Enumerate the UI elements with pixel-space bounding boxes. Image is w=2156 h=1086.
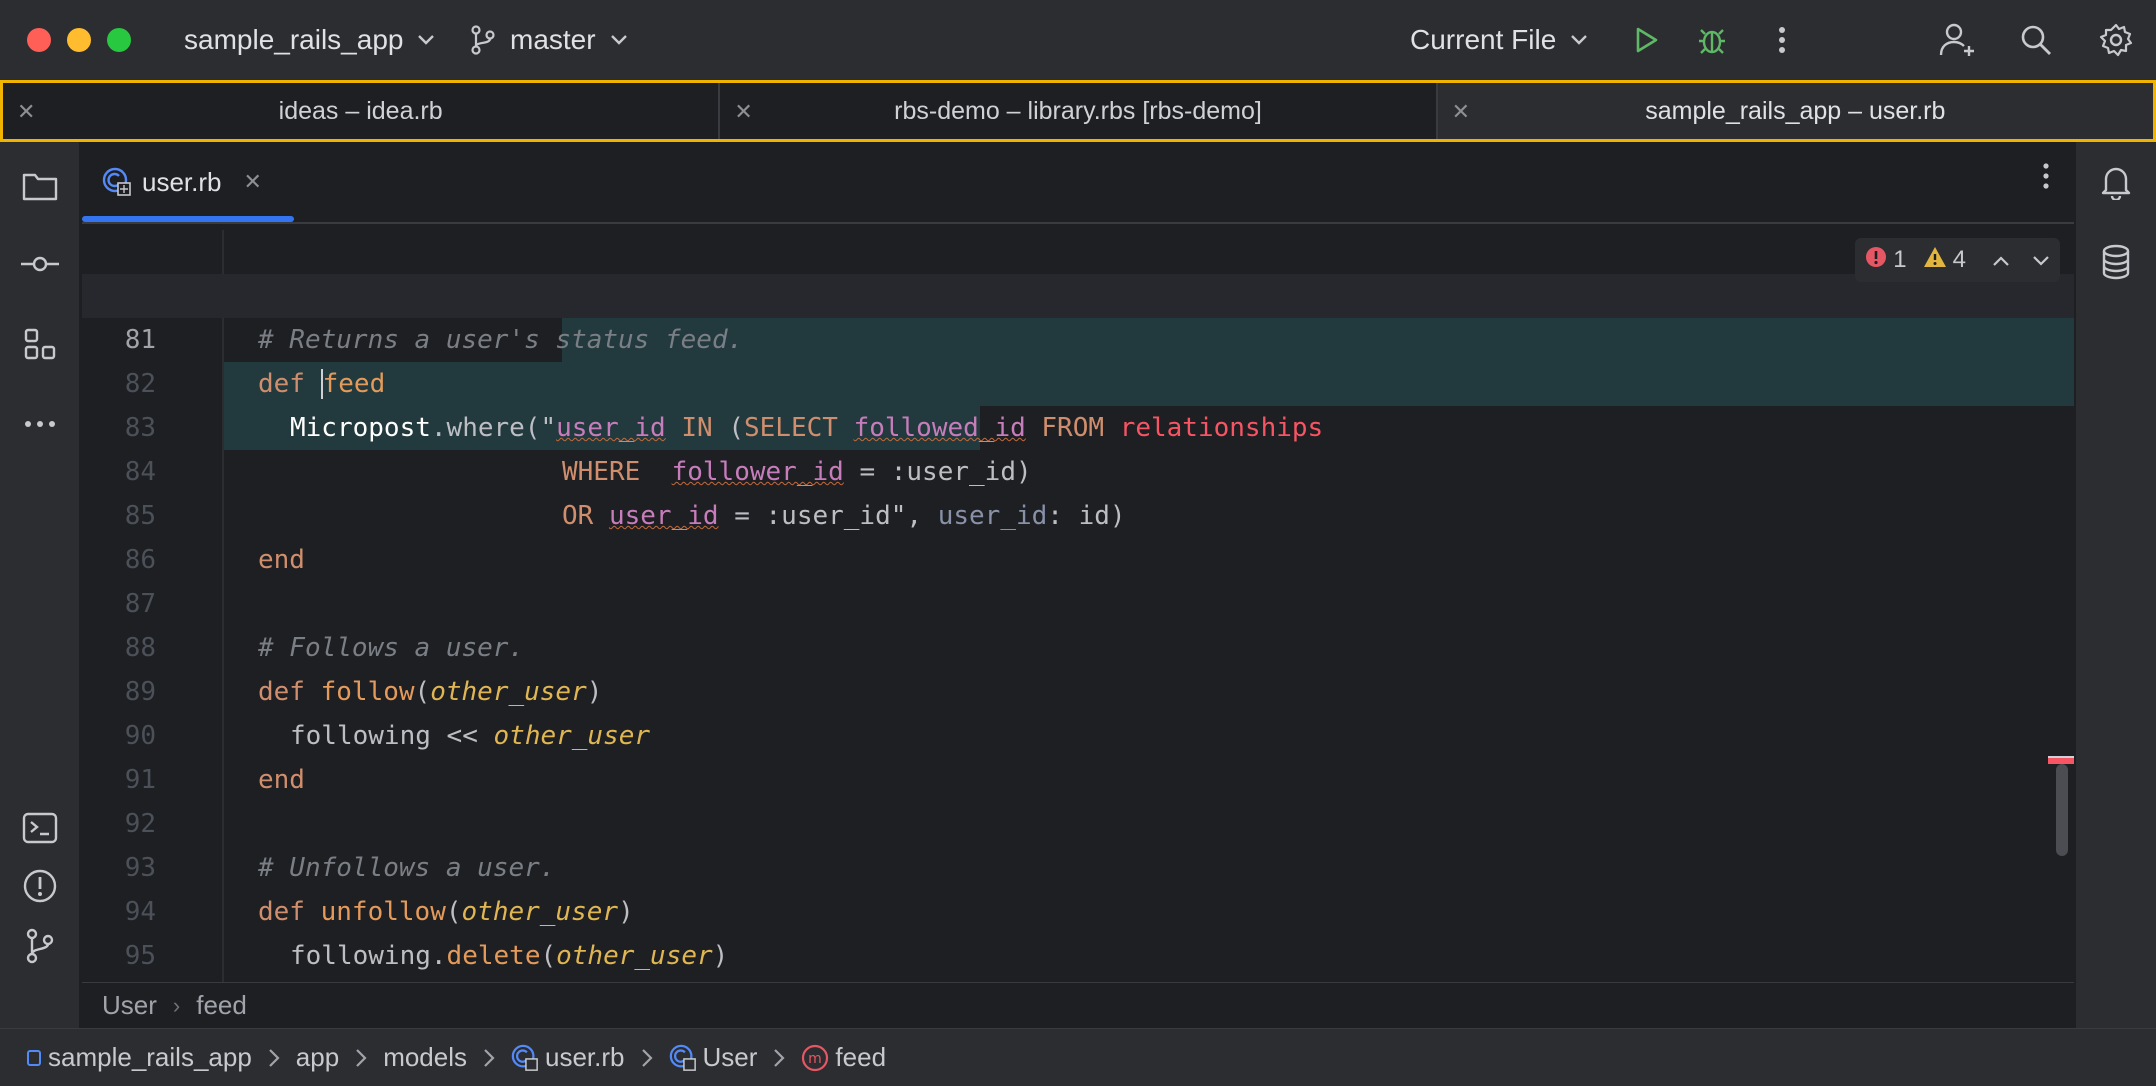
commit-icon[interactable] [18, 242, 62, 286]
editor-tab-label: user.rb [142, 166, 222, 197]
run-configuration-selector[interactable]: Current File [1410, 0, 1588, 80]
editor-panel: user.rb ✕ 80 # Returns a user's status f… [82, 142, 2074, 1028]
project-window-tabs: ✕ ideas – idea.rb ✕ rbs-demo – library.r… [0, 80, 2156, 142]
code-line: 91 [124, 765, 156, 795]
chevron-right-icon [773, 1048, 785, 1068]
code-line: 92 # Unfollows a user. [124, 809, 556, 883]
close-icon[interactable]: ✕ [17, 99, 35, 125]
search-icon[interactable] [2014, 18, 2058, 62]
chevron-right-icon: › [172, 992, 181, 1018]
chevron-right-icon [268, 1048, 280, 1068]
nav-file[interactable]: user.rb [511, 1042, 625, 1073]
breadcrumb-class[interactable]: User [102, 990, 157, 1021]
branch-selector[interactable]: master [470, 0, 628, 80]
code-editor[interactable]: 80 # Returns a user's status feed. 81 de… [82, 230, 2074, 982]
code-line: 87 # Follows a user. [124, 589, 525, 663]
nav-app[interactable]: app [296, 1042, 339, 1073]
editor-tab-user-rb[interactable]: user.rb ✕ [102, 160, 262, 204]
project-tab-label: rbs-demo – library.rbs [rbs-demo] [894, 96, 1262, 125]
run-configuration-label: Current File [1410, 24, 1557, 55]
code-line: 96 [82, 934, 2074, 978]
navigation-bar: sample_rails_app app models user.rb User… [0, 1028, 2156, 1086]
inspection-widget[interactable]: 1 4 [1855, 238, 2060, 282]
run-icon[interactable] [1624, 18, 1668, 62]
chevron-down-icon [1570, 34, 1588, 46]
code-line: 89 following << other_user [124, 677, 651, 751]
more-actions-icon[interactable] [1760, 18, 1804, 62]
warning-icon [1923, 246, 1947, 275]
minimize-window-button[interactable] [67, 28, 91, 52]
project-tab-label: sample_rails_app – user.rb [1645, 96, 1946, 125]
breadcrumb-method[interactable]: feed [196, 990, 247, 1021]
method-icon: m [801, 1044, 829, 1072]
code-line: 86 [124, 545, 156, 575]
next-highlight-icon[interactable] [2032, 246, 2050, 274]
chevron-right-icon [483, 1048, 495, 1068]
module-icon [26, 1049, 42, 1067]
branch-icon [470, 25, 496, 55]
code-line: 82 Micropost.where("user_id IN (SELECT f… [124, 369, 1324, 443]
error-count: 1 [1893, 246, 1907, 273]
close-window-button[interactable] [27, 28, 51, 52]
chevron-down-icon [610, 34, 628, 46]
vertical-scrollbar[interactable] [2056, 764, 2068, 856]
nav-models[interactable]: models [383, 1042, 467, 1073]
chevron-right-icon [641, 1048, 653, 1068]
editor-breadcrumb: User › feed [82, 982, 2074, 1028]
close-icon[interactable]: ✕ [244, 169, 262, 195]
code-line: 93 def unfollow(other_user) [124, 853, 634, 927]
project-tab-rbs-demo[interactable]: ✕ rbs-demo – library.rbs [rbs-demo] [720, 83, 1438, 139]
problems-icon[interactable] [18, 864, 62, 908]
chevron-right-icon [355, 1048, 367, 1068]
debug-icon[interactable] [1690, 18, 1734, 62]
ruby-class-file-icon [102, 167, 132, 197]
class-icon [669, 1044, 697, 1072]
notifications-bell-icon[interactable] [2094, 160, 2138, 204]
zoom-window-button[interactable] [107, 28, 131, 52]
close-icon[interactable]: ✕ [1452, 99, 1470, 125]
editor-tab-bar: user.rb ✕ [82, 142, 2074, 224]
project-selector[interactable]: sample_rails_app [184, 0, 435, 80]
project-folder-icon[interactable] [18, 164, 62, 208]
project-tab-ideas[interactable]: ✕ ideas – idea.rb [3, 83, 721, 139]
previous-highlight-icon[interactable] [1992, 246, 2010, 274]
settings-gear-icon[interactable] [2094, 18, 2138, 62]
code-line: 90 end [124, 721, 305, 795]
more-tabs-icon[interactable] [2042, 162, 2050, 195]
structure-icon[interactable] [18, 322, 62, 366]
right-tool-strip [2076, 142, 2156, 1028]
nav-method[interactable]: m feed [801, 1042, 886, 1073]
code-line: 84 OR user_id = :user_id", user_id: id) [124, 457, 1126, 531]
code-line: 88 def follow(other_user) [124, 633, 603, 707]
add-user-icon[interactable] [1936, 18, 1980, 62]
left-tool-strip [0, 142, 80, 1028]
chevron-down-icon [417, 34, 435, 46]
project-tab-sample-rails-app[interactable]: ✕ sample_rails_app – user.rb [1437, 83, 2153, 139]
branch-name: master [510, 24, 596, 55]
git-icon[interactable] [18, 924, 62, 968]
database-icon[interactable] [2094, 240, 2138, 284]
more-tool-windows-icon[interactable] [18, 402, 62, 446]
terminal-icon[interactable] [18, 806, 62, 850]
ruby-class-file-icon [511, 1044, 539, 1072]
code-line-current: 81 def feed [82, 274, 2074, 399]
code-line: 94 following.delete(other_user) [124, 897, 729, 971]
nav-project[interactable]: sample_rails_app [26, 1042, 252, 1073]
svg-text:m: m [809, 1051, 823, 1067]
code-line: 83 WHERE follower_id = :user_id) [124, 413, 1032, 487]
project-tab-label: ideas – idea.rb [278, 96, 443, 125]
code-line: 95 end [124, 941, 156, 971]
warning-count: 4 [1952, 246, 1966, 273]
title-bar: sample_rails_app master Current File [0, 0, 2156, 80]
nav-class[interactable]: User [669, 1042, 757, 1073]
error-icon [1865, 246, 1887, 275]
code-line: 80 # Returns a user's status feed. [125, 281, 744, 355]
error-stripe-marker[interactable] [2048, 756, 2074, 764]
project-name: sample_rails_app [184, 24, 404, 55]
active-tab-indicator [82, 216, 294, 222]
code-line: 85 end [124, 501, 305, 575]
close-icon[interactable]: ✕ [734, 99, 752, 125]
